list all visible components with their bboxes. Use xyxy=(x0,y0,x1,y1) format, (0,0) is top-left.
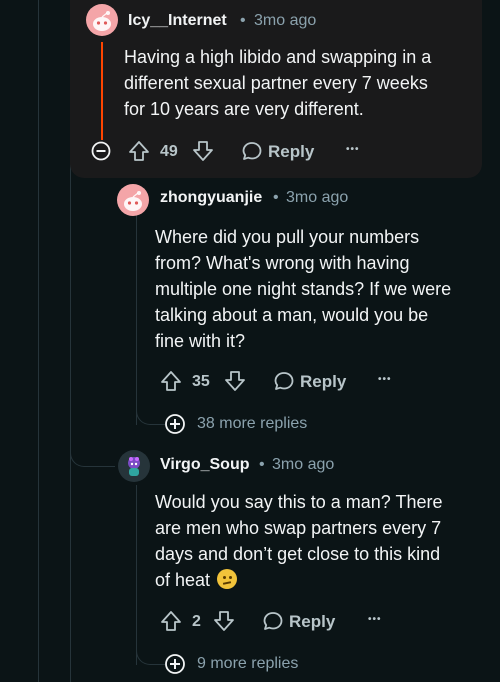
thread-line xyxy=(136,485,137,665)
more-options-icon[interactable]: ••• xyxy=(368,614,382,625)
upvote-icon[interactable] xyxy=(160,610,182,632)
comment-line: days and don’t get close to this kind xyxy=(155,544,441,564)
character-avatar-icon xyxy=(128,457,140,476)
comment-line: of heat xyxy=(155,567,485,593)
timestamp[interactable]: 3mo ago xyxy=(286,189,348,207)
thread-line xyxy=(38,0,39,682)
vote-count: 35 xyxy=(192,373,210,390)
reply-icon[interactable] xyxy=(262,610,284,632)
downvote-icon[interactable] xyxy=(192,140,214,162)
snoo-avatar-icon xyxy=(93,11,111,31)
upvote-icon[interactable] xyxy=(128,140,150,162)
more-replies-link[interactable]: 9 more replies xyxy=(197,655,298,673)
reply-button[interactable]: Reply xyxy=(268,142,314,162)
more-options-icon[interactable]: ••• xyxy=(378,374,392,385)
more-replies-link[interactable]: 38 more replies xyxy=(197,415,307,433)
comment-body: Would you say this to a man? There are m… xyxy=(155,489,485,593)
reply-button[interactable]: Reply xyxy=(289,612,335,632)
thread-line xyxy=(136,185,137,425)
username[interactable]: Virgo_Soup xyxy=(160,456,250,474)
avatar[interactable] xyxy=(117,184,149,216)
comment-line: talking about a man, would you be xyxy=(155,305,429,325)
downvote-icon[interactable] xyxy=(224,370,246,392)
comment-body: Having a high libido and swapping in a d… xyxy=(124,44,474,122)
confused-face-emoji-icon xyxy=(217,569,238,589)
separator-dot: • xyxy=(240,12,246,29)
thread-branch xyxy=(136,400,165,425)
collapse-icon[interactable] xyxy=(91,141,111,161)
reply-icon[interactable] xyxy=(273,370,295,392)
timestamp[interactable]: 3mo ago xyxy=(272,456,334,474)
comment-line: fine with it? xyxy=(155,331,246,351)
vote-count: 49 xyxy=(160,143,178,160)
comment-line: Where did you pull your numbers xyxy=(155,227,420,247)
comment-body: Where did you pull your numbers from? Wh… xyxy=(155,224,485,354)
highlight-thread-line[interactable] xyxy=(101,42,103,140)
thread-branch xyxy=(70,440,115,467)
reply-icon[interactable] xyxy=(241,140,263,162)
expand-replies-icon[interactable] xyxy=(164,653,186,675)
comment-line: from? What's wrong with having xyxy=(155,253,410,273)
vote-count: 2 xyxy=(192,613,201,630)
upvote-icon[interactable] xyxy=(160,370,182,392)
thread-branch xyxy=(136,640,165,665)
username[interactable]: Icy__Internet xyxy=(128,12,227,30)
more-options-icon[interactable]: ••• xyxy=(346,144,360,155)
comment-line: for 10 years are very different. xyxy=(124,99,364,119)
timestamp[interactable]: 3mo ago xyxy=(254,12,316,30)
comment-line: Having a high libido and swapping in a xyxy=(124,47,432,67)
avatar[interactable] xyxy=(118,450,150,482)
comment-line: are men who swap partners every 7 xyxy=(155,518,442,538)
expand-replies-icon[interactable] xyxy=(164,413,186,435)
separator-dot: • xyxy=(273,189,279,206)
username[interactable]: zhongyuanjie xyxy=(160,189,262,207)
separator-dot: • xyxy=(259,456,265,473)
downvote-icon[interactable] xyxy=(213,610,235,632)
comment-line: multiple one night stands? If we were xyxy=(155,279,452,299)
snoo-avatar-icon xyxy=(124,191,142,211)
reply-button[interactable]: Reply xyxy=(300,372,346,392)
comment-line: different sexual partner every 7 weeks xyxy=(124,73,428,93)
avatar[interactable] xyxy=(86,4,118,36)
comment-line: Would you say this to a man? There xyxy=(155,492,443,512)
